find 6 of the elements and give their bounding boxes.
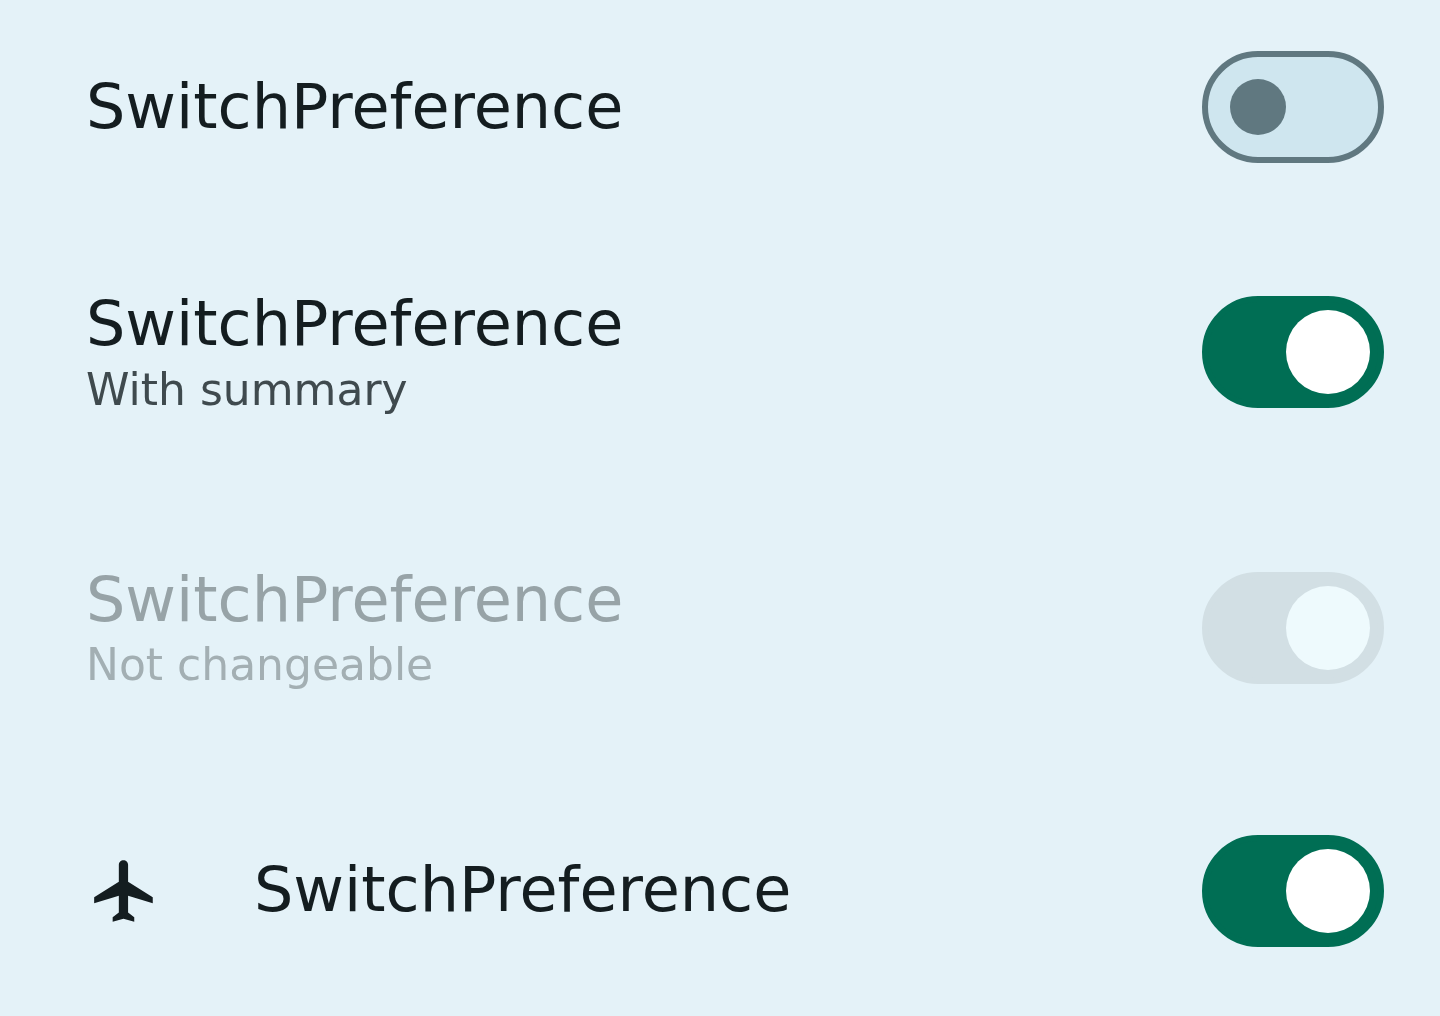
preference-title: SwitchPreference [86, 287, 624, 362]
preference-summary: With summary [86, 362, 408, 417]
preference-title: SwitchPreference [86, 69, 624, 145]
preference-summary: Not changeable [86, 638, 434, 693]
preference-title: SwitchPreference [86, 562, 624, 638]
preference-title: SwitchPreference [254, 853, 792, 928]
